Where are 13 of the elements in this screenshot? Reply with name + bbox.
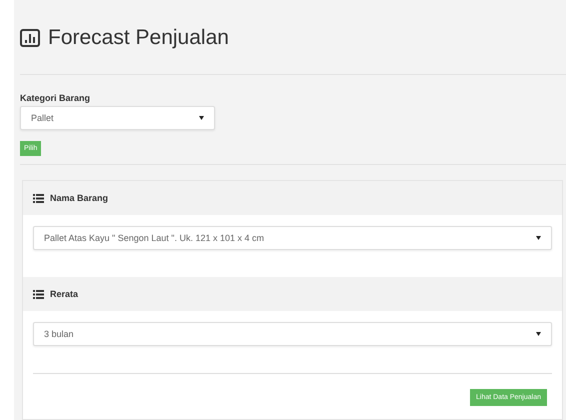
section-heading: Nama Barang bbox=[50, 193, 108, 203]
caret-icon bbox=[199, 116, 204, 120]
bar-chart-icon bbox=[20, 29, 40, 47]
list-icon bbox=[33, 290, 44, 298]
field-label: Kategori Barang bbox=[20, 93, 92, 103]
section-heading: Rerata bbox=[50, 289, 78, 299]
dropdown[interactable]: Pallet Atas Kayu " Sengon Laut ". Uk. 121 x 101 x 4 cm bbox=[33, 226, 552, 250]
dropdown[interactable]: Pallet bbox=[20, 106, 215, 130]
dropdown[interactable]: 3 bulan bbox=[33, 322, 552, 346]
caret-icon bbox=[536, 332, 541, 336]
page-title: Forecast Penjualan bbox=[48, 26, 229, 50]
list-icon bbox=[33, 194, 44, 202]
caret-icon bbox=[536, 236, 541, 240]
